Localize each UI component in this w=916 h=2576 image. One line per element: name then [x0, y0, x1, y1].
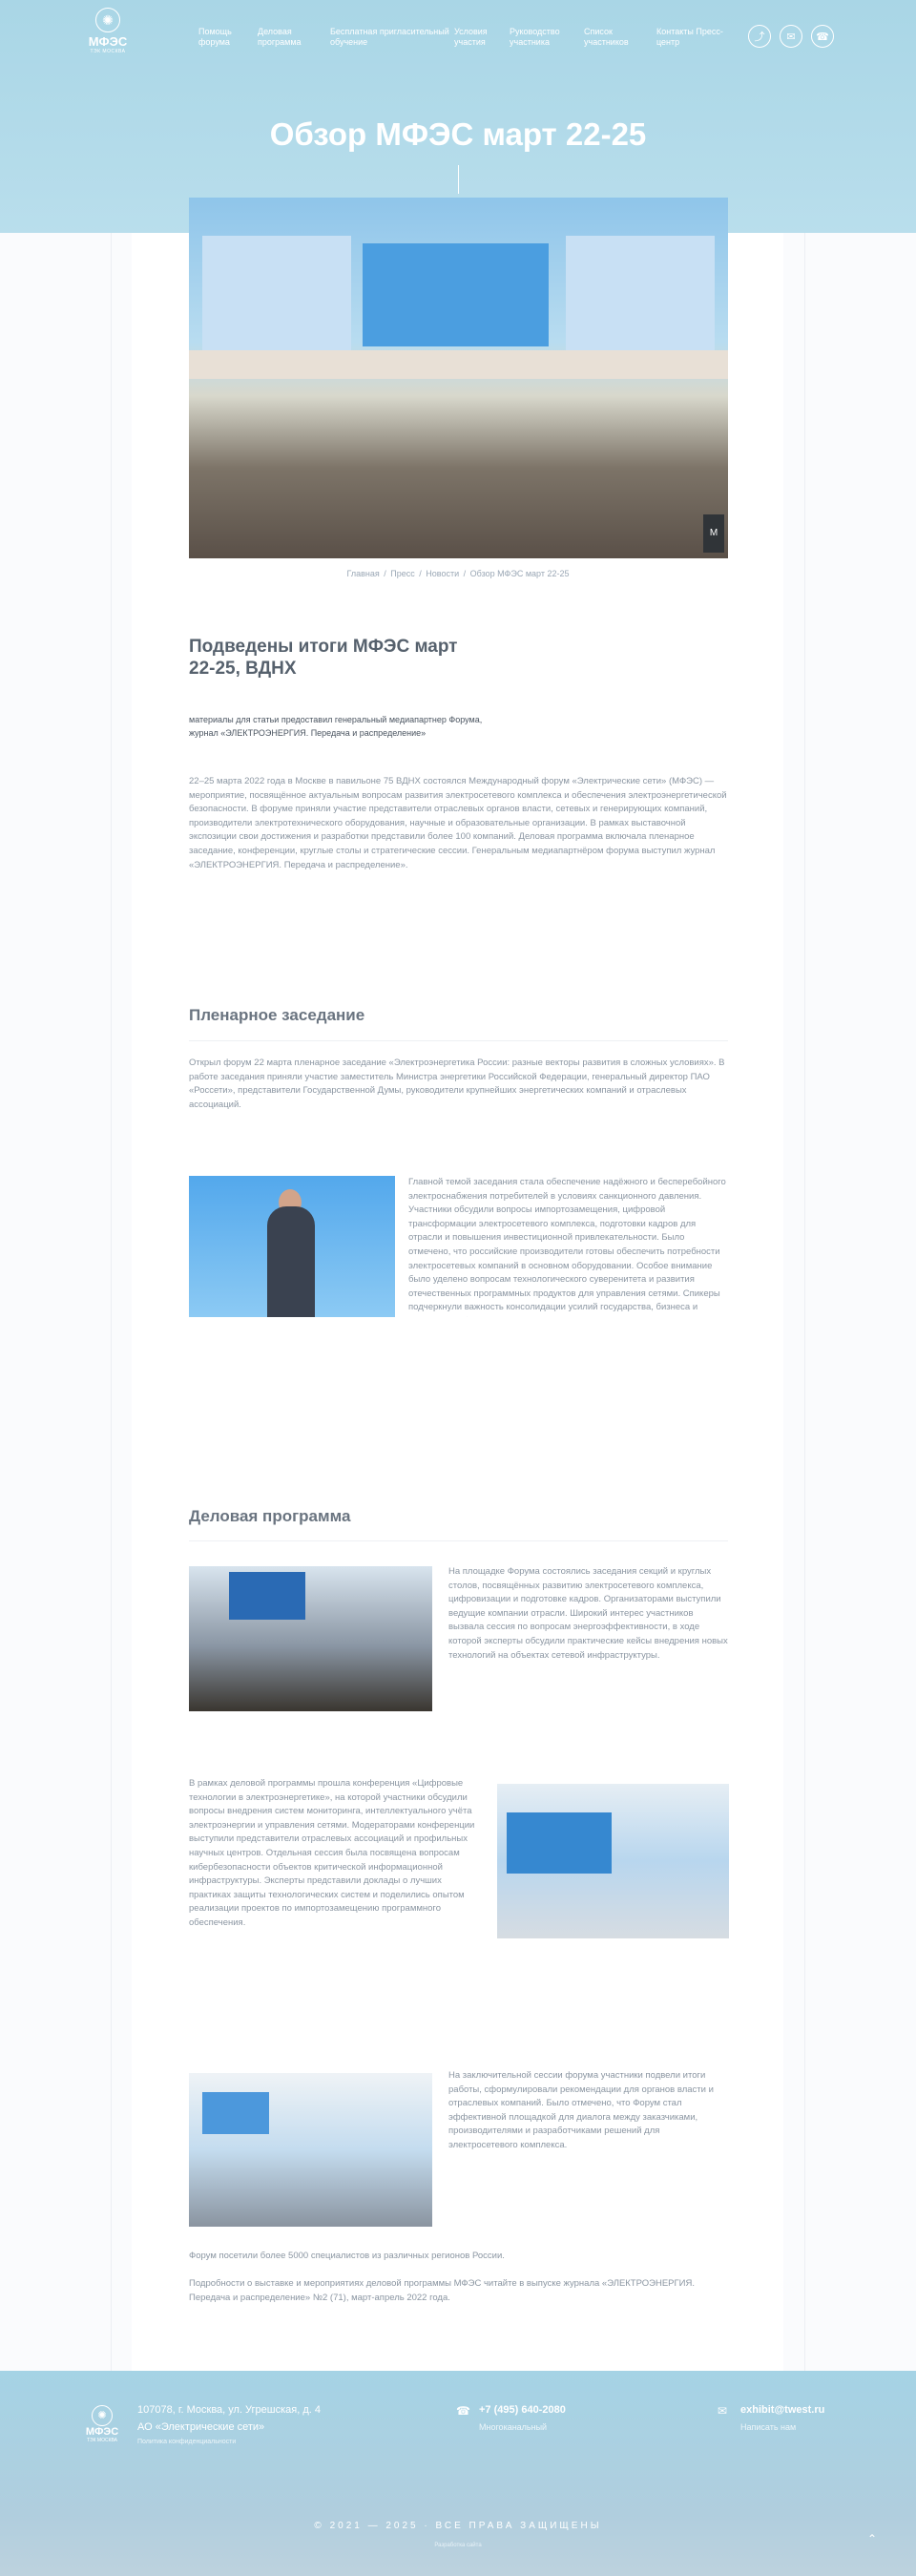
column-rule — [804, 233, 805, 2371]
plenary-paragraph: Главной темой заседания стала обеспечени… — [408, 1177, 726, 1317]
photo-element — [363, 243, 549, 346]
privacy-link[interactable]: Политика конфиденциальности — [137, 2439, 236, 2445]
closing-paragraph: Подробности о выставке и мероприятиях де… — [189, 2278, 695, 2303]
share-icon[interactable]: ⤴ — [748, 25, 771, 48]
conference-photo — [497, 1784, 729, 1938]
title-divider — [458, 165, 459, 194]
footer-logo[interactable]: ✺ МФЭС ТЭК МОСКВА — [82, 2405, 122, 2443]
article-intro: 22–25 марта 2022 года в Москве в павильо… — [189, 776, 727, 870]
footer-phone-note: Многоканальный — [479, 2422, 548, 2432]
page-title: Обзор МФЭС март 22-25 — [269, 116, 647, 152]
section-heading-business: Деловая программа — [189, 1507, 351, 1525]
logo-icon: ✺ — [95, 8, 120, 32]
nav-item-participants[interactable]: Список участников — [584, 27, 656, 48]
nav-item-help[interactable]: Помощь форума — [198, 27, 258, 48]
photo-element — [189, 350, 728, 379]
footer-org: АО «Электрические сети» — [137, 2421, 265, 2433]
section-heading-plenary: Пленарное заседание — [189, 1006, 365, 1024]
photo-element — [566, 236, 715, 350]
article-source-line: материалы для статьи предоставил генерал… — [189, 715, 483, 724]
business-paragraph: В рамках деловой программы прошла конфер… — [189, 1778, 475, 1928]
mail-icon: ✉ — [718, 2404, 728, 2418]
session-photo — [189, 1566, 432, 1711]
business-paragraph: На площадке Форума состоялись заседания … — [448, 1566, 728, 1661]
phone-icon: ☎ — [456, 2404, 470, 2418]
closing-paragraph: Форум посетили более 5000 специалистов и… — [189, 2251, 505, 2261]
nav-item-business-program[interactable]: Деловая программа — [258, 27, 330, 48]
breadcrumb-press[interactable]: Пресс — [388, 569, 416, 578]
business-paragraph: На заключительной сессии форума участник… — [448, 2070, 714, 2150]
hero-photo: M — [189, 198, 728, 558]
footer-email[interactable]: exhibit@twest.ru — [740, 2404, 824, 2416]
breadcrumb-current: Обзор МФЭС март 22-25 — [469, 569, 570, 578]
breadcrumb-home[interactable]: Главная — [345, 569, 382, 578]
photo-element — [507, 1812, 612, 1874]
footer-email-note[interactable]: Написать нам — [740, 2422, 796, 2432]
logo-text: МФЭС — [88, 34, 128, 49]
photo-element — [267, 1206, 315, 1317]
logo-subtitle: ТЭК МОСКВА — [90, 49, 126, 54]
mail-icon[interactable]: ✉ — [780, 25, 802, 48]
breadcrumb-news[interactable]: Новости — [424, 569, 461, 578]
footer-phone[interactable]: +7 (495) 640-2080 — [479, 2404, 566, 2416]
plenary-paragraph: Открыл форум 22 марта пленарное заседани… — [189, 1058, 725, 1110]
article-subtitle: Подведены итоги МФЭС март 22-25, ВДНХ — [189, 637, 458, 679]
photo-element — [202, 236, 351, 350]
article-source-line: журнал «ЭЛЕКТРОЭНЕРГИЯ. Передача и распр… — [189, 728, 427, 738]
footer-logo-text: МФЭС — [85, 2426, 119, 2438]
divider — [189, 1540, 728, 1541]
speaker-photo — [189, 1176, 395, 1317]
column-rule — [111, 233, 112, 2371]
logo-icon: ✺ — [92, 2405, 113, 2426]
photo-corner-badge: M — [703, 514, 724, 553]
photo-element — [202, 2092, 269, 2134]
panel-photo — [189, 2073, 432, 2227]
article-source: материалы для статьи предоставил генерал… — [189, 713, 728, 740]
breadcrumb: Главная / Пресс / Новости / Обзор МФЭС м… — [345, 569, 570, 578]
nav-item-conditions[interactable]: Условия участия — [454, 27, 510, 48]
logo[interactable]: ✺ МФЭС ТЭК МОСКВА — [80, 8, 135, 65]
phone-icon[interactable]: ☎ — [811, 25, 834, 48]
copyright: © 2021 — 2025 · ВСЕ ПРАВА ЗАЩИЩЕНЫ — [314, 2521, 602, 2531]
footer-address: 107078, г. Москва, ул. Угрешская, д. 4 — [137, 2404, 322, 2416]
photo-element — [229, 1572, 305, 1620]
scroll-top-icon[interactable]: ⌃ — [862, 2532, 883, 2553]
main-nav: Помощь форума Деловая программа Бесплатн… — [198, 27, 733, 48]
nav-item-contacts[interactable]: Контакты Пресс-центр — [656, 27, 733, 48]
developer-credit[interactable]: Разработка сайта — [0, 2543, 916, 2548]
nav-item-guide[interactable]: Руководство участника — [510, 27, 584, 48]
nav-item-invitation[interactable]: Бесплатная пригласительный обучение — [330, 27, 454, 48]
divider — [189, 1040, 728, 1041]
footer-logo-subtitle: ТЭК МОСКВА — [86, 2438, 118, 2443]
